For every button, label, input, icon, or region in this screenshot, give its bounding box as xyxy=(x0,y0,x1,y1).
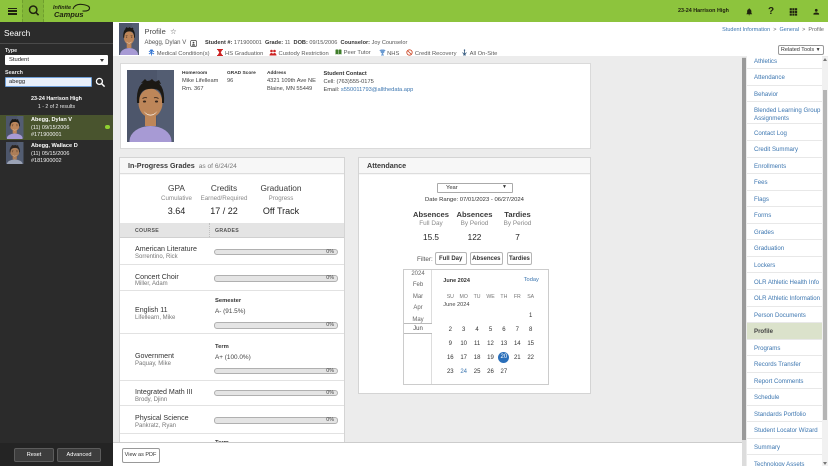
svg-text:Campus: Campus xyxy=(54,10,84,19)
